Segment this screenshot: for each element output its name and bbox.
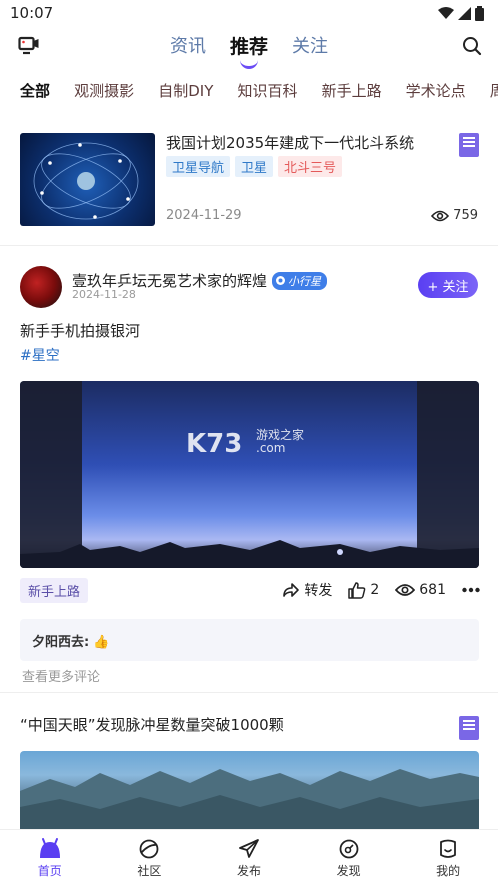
category-observation-photo[interactable]: 观测摄影 [74, 80, 134, 101]
share-button[interactable]: 转发 [282, 580, 332, 600]
wifi-icon [438, 7, 454, 19]
comment-text: 👍 [93, 635, 110, 650]
status-bar: 10:07 [0, 0, 498, 26]
planet-icon [276, 276, 286, 285]
tag-satellite[interactable]: 卫星 [235, 156, 274, 177]
article-thumbnail [20, 133, 155, 226]
nav-discover-label: 发现 [336, 864, 361, 878]
tab-recommend[interactable]: 推荐 [230, 32, 268, 69]
divider [0, 245, 498, 246]
nav-publish-label: 发布 [236, 864, 261, 878]
category-bar: 全部 观测摄影 自制DIY 知识百科 新手上路 学术论点 周边 [0, 80, 498, 110]
article-card[interactable]: 我国计划2035年建成下一代北斗系统 卫星导航 卫星 北斗三号 2024-11-… [0, 120, 498, 242]
home-icon [39, 838, 60, 858]
follow-button-label: + 关注 [427, 279, 469, 295]
post-category-chip[interactable]: 新手上路 [20, 578, 89, 603]
nav-discover[interactable]: 发现 [309, 830, 389, 885]
article-title[interactable]: “中国天眼”发现脉冲星数量突破1000颗 [20, 714, 284, 735]
article-badge-icon [459, 133, 479, 157]
status-time: 10:07 [10, 4, 54, 22]
eye-icon [431, 210, 450, 221]
article-date: 2024-11-29 [166, 208, 242, 223]
top-tabs: 资讯 推荐 关注 [0, 32, 498, 69]
category-academic[interactable]: 学术论点 [406, 80, 466, 101]
comment-preview[interactable]: 夕阳西去: 👍 [20, 619, 479, 661]
tab-following[interactable]: 关注 [292, 32, 328, 67]
tab-news[interactable]: 资讯 [170, 32, 206, 67]
divider [0, 692, 498, 693]
share-label: 转发 [304, 583, 333, 599]
category-beginner[interactable]: 新手上路 [322, 80, 382, 101]
level-badge: 小行星 [272, 271, 328, 290]
article-views: 759 [431, 208, 478, 223]
post-date: 2024-11-28 [72, 288, 136, 301]
battery-icon [475, 6, 484, 21]
tag-satellite-navigation[interactable]: 卫星导航 [166, 156, 231, 177]
view-count: 681 [395, 582, 446, 598]
category-all[interactable]: 全部 [20, 80, 50, 101]
tag-beidou3[interactable]: 北斗三号 [278, 156, 343, 177]
more-comments-link[interactable]: 查看更多评论 [22, 666, 100, 685]
more-options-icon[interactable] [462, 587, 480, 593]
nav-community[interactable]: 社区 [109, 830, 189, 885]
treeline-silhouette [20, 540, 479, 568]
article-thumbnail[interactable] [20, 751, 479, 831]
category-knowledge[interactable]: 知识百科 [237, 80, 297, 101]
comment-user[interactable]: 夕阳西去: [32, 635, 89, 650]
send-icon [239, 839, 259, 858]
planet-icon [139, 839, 159, 859]
discover-icon [339, 839, 358, 859]
share-icon [283, 583, 300, 597]
avatar[interactable] [20, 266, 62, 308]
watermark-logo: K73 [186, 429, 243, 459]
view-count-value: 681 [419, 582, 446, 598]
post-photo[interactable]: K73 游戏之家 .com [20, 381, 479, 568]
nav-publish[interactable]: 发布 [209, 830, 289, 885]
post-topic[interactable]: #星空 [20, 345, 60, 365]
nav-community-label: 社区 [137, 864, 162, 878]
profile-icon [440, 839, 457, 858]
article-title[interactable]: 我国计划2035年建成下一代北斗系统 [166, 132, 414, 153]
search-icon[interactable] [462, 36, 482, 60]
nav-home[interactable]: 首页 [10, 830, 90, 885]
watermark-text-line2: .com [256, 441, 286, 455]
nav-profile[interactable]: 我的 [408, 830, 488, 885]
like-button[interactable]: 2 [348, 581, 380, 599]
category-diy[interactable]: 自制DIY [158, 80, 213, 101]
bottom-nav: 首页 社区 发布 发现 我的 [0, 829, 498, 885]
level-badge-label: 小行星 [288, 274, 322, 288]
watermark-text: 游戏之家 .com [256, 429, 304, 455]
top-header: 资讯 推荐 关注 [0, 26, 498, 70]
post-text[interactable]: 新手手机拍摄银河 [20, 320, 140, 341]
thumbs-up-icon [348, 581, 366, 599]
article-tags: 卫星导航 卫星 北斗三号 [166, 156, 343, 177]
article-views-count: 759 [453, 208, 478, 223]
nav-home-label: 首页 [37, 864, 62, 878]
category-merch[interactable]: 周边 [490, 80, 498, 101]
like-count: 2 [370, 582, 380, 598]
post-actions: 转发 2 681 [282, 580, 480, 600]
eye-icon [395, 584, 416, 596]
follow-button[interactable]: + 关注 [418, 272, 478, 298]
signal-icon [458, 7, 471, 20]
article-badge-icon [459, 716, 479, 740]
nav-profile-label: 我的 [436, 864, 461, 878]
status-icons [438, 6, 484, 21]
